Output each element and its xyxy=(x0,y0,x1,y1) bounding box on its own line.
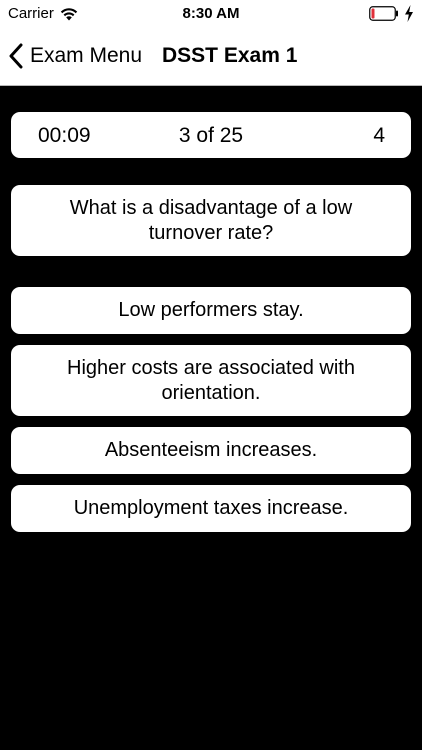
answer-text: Low performers stay. xyxy=(118,299,304,321)
answer-option-4[interactable]: Unemployment taxes increase. xyxy=(11,485,411,532)
status-time: 8:30 AM xyxy=(182,5,240,22)
answer-text: Unemployment taxes increase. xyxy=(73,497,349,519)
answer-text: Absenteeism increases. xyxy=(104,439,318,461)
back-to-exam-menu-button[interactable]: Exam Menu xyxy=(8,40,142,72)
answer-option-3[interactable]: Absenteeism increases. xyxy=(11,427,411,474)
battery-icon xyxy=(369,6,398,21)
question-card: What is a disadvantage of a low turnover… xyxy=(11,185,411,256)
answer-option-1[interactable]: Low performers stay. xyxy=(11,287,411,334)
quiz-info-bar: 00:09 3 of 25 4 xyxy=(11,112,411,158)
question-progress: 3 of 25 xyxy=(178,124,244,147)
score-counter: 4 xyxy=(373,124,385,147)
answer-option-2[interactable]: Higher costs are associated with orienta… xyxy=(11,345,411,416)
question-text: What is a disadvantage of a low turnover… xyxy=(69,196,353,244)
chevron-left-icon xyxy=(9,43,23,69)
page-title: DSST Exam 1 xyxy=(162,44,298,67)
status-bar: Carrier 8:30 AM xyxy=(0,0,422,28)
charging-bolt-icon xyxy=(405,5,413,22)
answer-text: Higher costs are associated with orienta… xyxy=(67,356,355,404)
navigation-bar: Exam Menu DSST Exam 1 xyxy=(0,28,422,86)
back-button-label: Exam Menu xyxy=(30,44,143,67)
